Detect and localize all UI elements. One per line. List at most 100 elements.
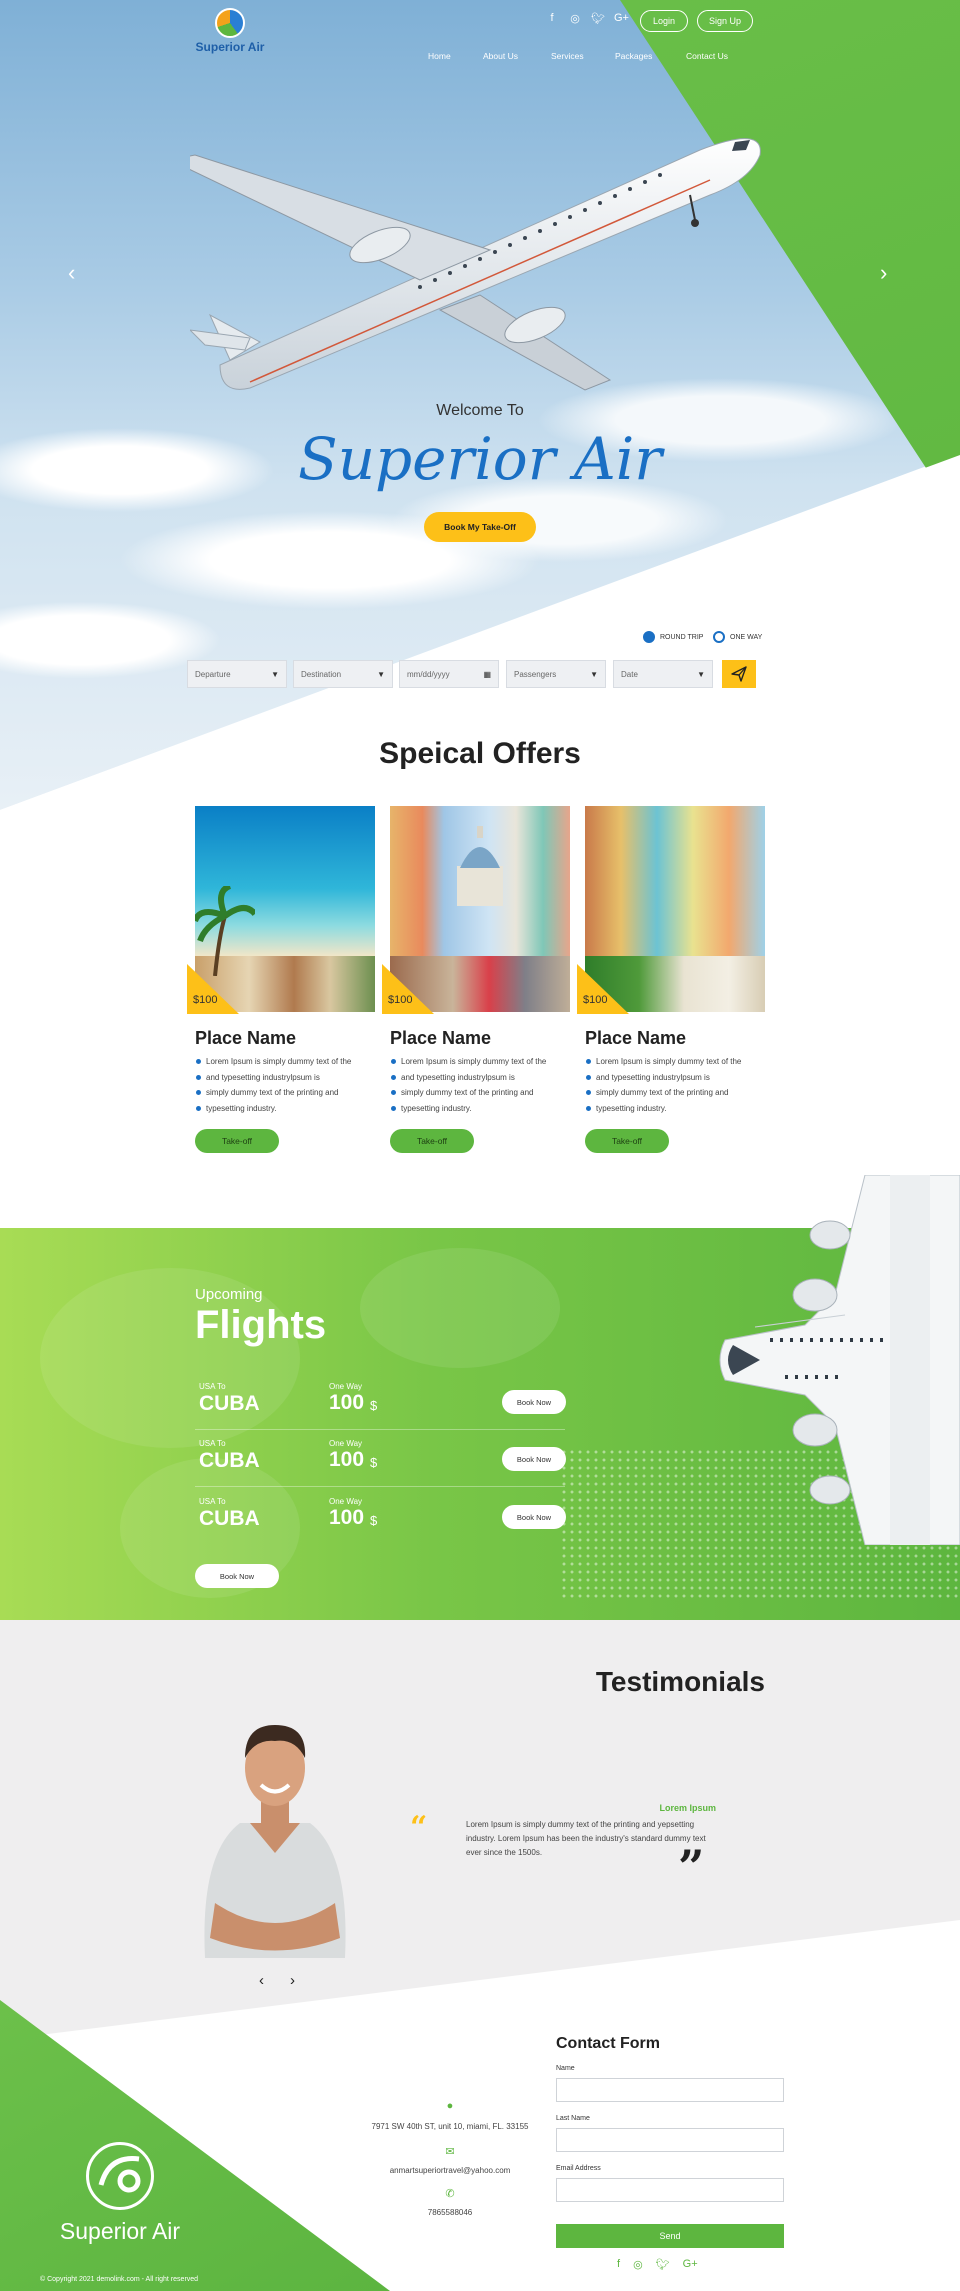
- footer-logo[interactable]: Superior Air: [45, 2142, 195, 2245]
- offer-bullet: simply dummy text of the printing and: [195, 1085, 375, 1101]
- email-field[interactable]: [556, 2178, 784, 2202]
- testimonial-next-button[interactable]: ›: [290, 1972, 295, 1989]
- takeoff-button[interactable]: Take-off: [390, 1129, 474, 1153]
- book-takeoff-button[interactable]: Book My Take-Off: [424, 512, 536, 542]
- date-select[interactable]: Date ▼: [613, 660, 713, 688]
- search-submit-button[interactable]: [722, 660, 756, 688]
- chevron-left-icon[interactable]: ‹: [68, 260, 75, 286]
- globe-logo-icon: [215, 8, 245, 38]
- round-trip-label: ROUND TRIP: [660, 633, 704, 641]
- testimonial-name: Lorem Ipsum: [659, 1803, 716, 1813]
- offer-bullets: Lorem Ipsum is simply dummy text of the …: [585, 1054, 765, 1116]
- send-button[interactable]: Send: [556, 2224, 784, 2248]
- flights-title: Flights: [195, 1303, 327, 1347]
- takeoff-button[interactable]: Take-off: [195, 1129, 279, 1153]
- offer-card: $100 Place Name Lorem Ipsum is simply du…: [382, 806, 570, 1161]
- instagram-icon[interactable]: ◎: [633, 2258, 643, 2271]
- airplane-image: [190, 138, 761, 391]
- nav-about-us[interactable]: About Us: [483, 51, 518, 61]
- envelope-icon: ✉: [445, 2146, 455, 2158]
- passengers-select[interactable]: Passengers ▼: [506, 660, 606, 688]
- flight-destination: CUBA: [199, 1392, 260, 1415]
- offer-place-name: Place Name: [390, 1028, 492, 1048]
- offer-bullet: Lorem Ipsum is simply dummy text of the: [195, 1054, 375, 1070]
- book-now-all-button[interactable]: Book Now: [195, 1564, 279, 1588]
- book-now-button[interactable]: Book Now: [502, 1505, 566, 1529]
- contact-phone[interactable]: 7865588046: [340, 2208, 560, 2217]
- offer-bullet: Lorem Ipsum is simply dummy text of the: [390, 1054, 570, 1070]
- copyright-text: © Copyright 2021 demolink.com - All righ…: [40, 2276, 199, 2283]
- testimonial-prev-button[interactable]: ‹: [259, 1972, 264, 1989]
- contact-address: 7971 SW 40th ST, unit 10, miami, FL. 331…: [371, 2122, 529, 2131]
- name-label: Name: [556, 2065, 575, 2072]
- date-input[interactable]: mm/dd/yyyy ▦: [399, 660, 499, 688]
- offer-bullets: Lorem Ipsum is simply dummy text of the …: [195, 1054, 375, 1116]
- google-plus-icon[interactable]: G+: [614, 12, 629, 25]
- signup-button[interactable]: Sign Up: [697, 10, 753, 32]
- caret-down-icon: ▼: [697, 669, 705, 679]
- caret-down-icon: ▼: [590, 669, 598, 679]
- flight-origin-label: USA To: [199, 1497, 226, 1506]
- offer-place-name: Place Name: [195, 1028, 297, 1048]
- caret-down-icon: ▼: [271, 669, 279, 679]
- beach-photo: [195, 806, 375, 1012]
- offer-bullet: and typesetting industrylpsum is: [195, 1070, 375, 1086]
- instagram-icon[interactable]: ◎: [568, 12, 582, 25]
- twitter-icon[interactable]: 🐦︎: [591, 12, 605, 25]
- quote-close-icon: ”: [678, 1840, 705, 1894]
- nav-contact-us[interactable]: Contact Us: [686, 51, 728, 61]
- hero-section: Superior Air f ◎ 🐦︎ G+ Login Sign Up Hom…: [0, 0, 960, 810]
- destination-select[interactable]: Destination ▼: [293, 660, 393, 688]
- flight-way: One Way: [329, 1439, 363, 1448]
- departure-value: Departure: [195, 669, 231, 679]
- world-map-shape: [360, 1248, 560, 1368]
- facebook-icon[interactable]: f: [617, 2258, 620, 2271]
- departure-select[interactable]: Departure ▼: [187, 660, 287, 688]
- offer-place-name: Place Name: [585, 1028, 687, 1048]
- radio-unselected-icon: [713, 631, 725, 643]
- offer-price: $100: [583, 994, 608, 1006]
- passengers-value: Passengers: [514, 669, 557, 679]
- footer-socials: f ◎ 🐦︎ G+: [617, 2258, 698, 2271]
- last-name-field[interactable]: [556, 2128, 784, 2152]
- nav-services[interactable]: Services: [551, 51, 584, 61]
- radio-selected-icon: [643, 631, 655, 643]
- one-way-label: ONE WAY: [730, 633, 763, 641]
- google-plus-icon[interactable]: G+: [683, 2258, 698, 2271]
- flight-currency: $: [370, 1398, 378, 1413]
- book-now-button[interactable]: Book Now: [502, 1447, 566, 1471]
- login-button[interactable]: Login: [640, 10, 688, 32]
- header-socials: f ◎ 🐦︎ G+: [545, 12, 629, 25]
- one-way-radio[interactable]: ONE WAY: [713, 631, 762, 643]
- phone-icon: ✆: [445, 2188, 455, 2200]
- upcoming-label: Upcoming: [195, 1286, 263, 1303]
- offer-bullet: typesetting industry.: [585, 1101, 765, 1117]
- brand-logo[interactable]: Superior Air: [195, 8, 265, 54]
- date-value: Date: [621, 669, 638, 679]
- footer-brand-name: Superior Air: [59, 2218, 181, 2244]
- nav-packages[interactable]: Packages: [615, 51, 652, 61]
- welcome-text: Welcome To: [436, 402, 524, 419]
- airplane-front-image: [719, 1175, 960, 1545]
- flight-row: USA To CUBA One Way 100 $ Book Now: [195, 1495, 566, 1545]
- paper-plane-icon: [731, 666, 747, 682]
- round-trip-radio[interactable]: ROUND TRIP: [643, 631, 703, 643]
- city-photo: [390, 806, 570, 1012]
- book-now-button[interactable]: Book Now: [502, 1390, 566, 1414]
- globe-logo-icon: [86, 2142, 154, 2210]
- twitter-icon[interactable]: 🐦︎: [656, 2258, 670, 2271]
- flight-currency: $: [370, 1455, 378, 1470]
- offers-title: Speical Offers: [379, 737, 581, 770]
- chevron-right-icon[interactable]: ›: [880, 260, 887, 286]
- colorful-street-photo: [585, 806, 765, 1012]
- nav-home[interactable]: Home: [428, 51, 451, 61]
- name-field[interactable]: [556, 2078, 784, 2102]
- destination-value: Destination: [301, 669, 342, 679]
- offer-bullet: typesetting industry.: [390, 1101, 570, 1117]
- contact-email[interactable]: anmartsuperiortravel@yahoo.com: [340, 2166, 560, 2175]
- flight-price: 100: [329, 1391, 365, 1414]
- email-label: Email Address: [556, 2165, 601, 2172]
- takeoff-button[interactable]: Take-off: [585, 1129, 669, 1153]
- offer-bullet: and typesetting industrylpsum is: [390, 1070, 570, 1086]
- facebook-icon[interactable]: f: [545, 12, 559, 25]
